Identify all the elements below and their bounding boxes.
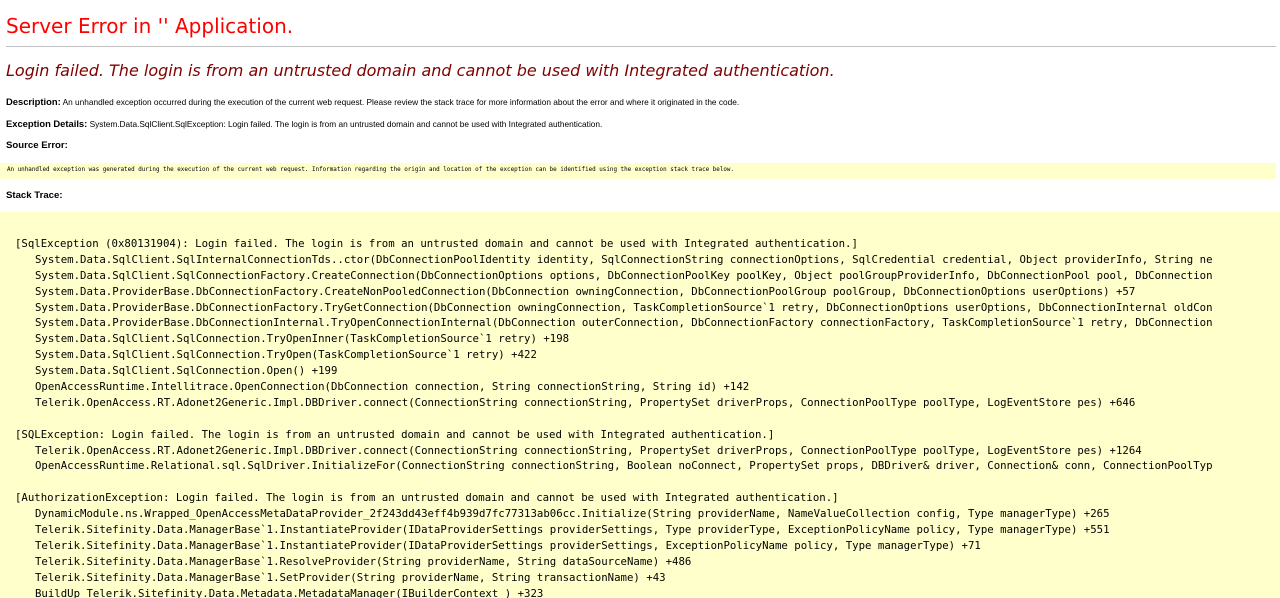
stack-trace-exception-header: [AuthorizationException: Login failed. T… [15, 491, 839, 505]
stack-trace-frame: System.Data.ProviderBase.DbConnectionFac… [35, 300, 1213, 314]
stack-trace-frame: Telerik.Sitefinity.Data.ManagerBase`1.Re… [35, 554, 692, 568]
stack-trace-frame: Telerik.OpenAccess.RT.Adonet2Generic.Imp… [35, 443, 1142, 457]
exception-details-label: Exception Details: [6, 118, 88, 129]
stack-trace-frame: System.Data.ProviderBase.DbConnectionInt… [35, 316, 1213, 330]
error-page: Server Error in '' Application. Login fa… [0, 0, 1280, 598]
stack-trace-label: Stack Trace: [6, 190, 63, 201]
exception-details-line: Exception Details: System.Data.SqlClient… [6, 118, 602, 129]
stack-trace-frame: OpenAccessRuntime.Relational.sql.SqlDriv… [35, 459, 1213, 473]
stack-trace-frame: BuildUp_Telerik.Sitefinity.Data.Metadata… [35, 586, 544, 598]
source-error-label: Source Error: [6, 140, 68, 151]
stack-trace-text: [SqlException (0x80131904): Login failed… [15, 236, 1213, 598]
description-line: Description: An unhandled exception occu… [6, 96, 739, 107]
stack-trace-frame: Telerik.Sitefinity.Data.ManagerBase`1.Se… [35, 570, 666, 584]
stack-trace-exception-header: [SQLException: Login failed. The login i… [15, 427, 775, 441]
stack-trace-frame: DynamicModule.ns.Wrapped_OpenAccessMetaD… [35, 507, 1110, 521]
stack-trace-frame: System.Data.SqlClient.SqlInternalConnect… [35, 252, 1213, 266]
source-error-box: An unhandled exception was generated dur… [0, 163, 1276, 179]
description-text: An unhandled exception occurred during t… [62, 97, 740, 107]
stack-trace-frame: Telerik.Sitefinity.Data.ManagerBase`1.In… [35, 523, 1110, 537]
title-divider [6, 46, 1276, 47]
stack-trace-blank-line [15, 474, 1213, 490]
description-label: Description: [6, 96, 61, 107]
stack-trace-exception-header: [SqlException (0x80131904): Login failed… [15, 237, 858, 250]
error-heading: Login failed. The login is from an untru… [6, 61, 835, 80]
stack-trace-frame: Telerik.OpenAccess.RT.Adonet2Generic.Imp… [35, 395, 1136, 409]
stack-trace-blank-line [15, 411, 1213, 427]
stack-trace-frame: OpenAccessRuntime.Intellitrace.OpenConne… [35, 380, 750, 394]
stack-trace-frame: System.Data.SqlClient.SqlConnectionFacto… [35, 268, 1213, 282]
stack-trace-box[interactable]: [SqlException (0x80131904): Login failed… [0, 212, 1280, 598]
stack-trace-frame: Telerik.Sitefinity.Data.ManagerBase`1.In… [35, 538, 981, 552]
page-title: Server Error in '' Application. [6, 14, 294, 38]
stack-trace-frame: System.Data.SqlClient.SqlConnection.Open… [35, 364, 338, 378]
stack-trace-frame: System.Data.ProviderBase.DbConnectionFac… [35, 284, 1136, 298]
stack-trace-frame: System.Data.SqlClient.SqlConnection.TryO… [35, 348, 537, 362]
stack-trace-frame: System.Data.SqlClient.SqlConnection.TryO… [35, 332, 570, 346]
source-error-text: An unhandled exception was generated dur… [7, 167, 735, 173]
exception-details-text: System.Data.SqlClient.SqlException: Logi… [89, 119, 603, 129]
